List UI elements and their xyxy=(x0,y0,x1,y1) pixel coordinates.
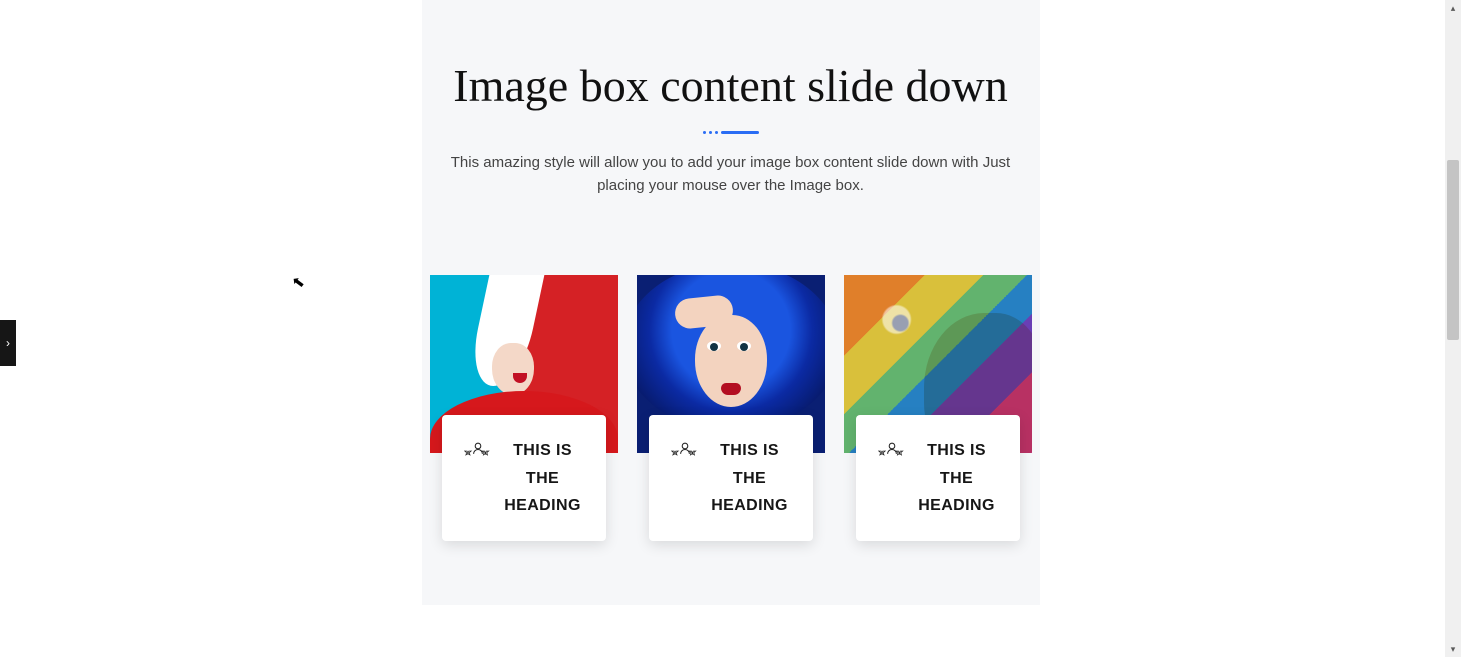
rating-users-icon xyxy=(464,439,492,472)
vertical-scrollbar[interactable]: ▴ ▾ xyxy=(1445,0,1461,657)
scrollbar-thumb[interactable] xyxy=(1447,160,1459,340)
card-caption: THIS IS THE HEADING xyxy=(856,415,1020,541)
rating-users-icon xyxy=(671,439,699,472)
image-cards-row: THIS IS THE HEADING THI xyxy=(422,275,1040,453)
image-card[interactable]: THIS IS THE HEADING xyxy=(430,275,618,453)
card-caption: THIS IS THE HEADING xyxy=(649,415,813,541)
card-heading: THIS IS THE HEADING xyxy=(502,437,584,519)
content-panel: Image box content slide down This amazin… xyxy=(422,0,1040,605)
page: Image box content slide down This amazin… xyxy=(8,0,1453,605)
card-heading: THIS IS THE HEADING xyxy=(709,437,791,519)
card-caption: THIS IS THE HEADING xyxy=(442,415,606,541)
scrollbar-up-button[interactable]: ▴ xyxy=(1445,0,1461,16)
side-panel-toggle[interactable]: › xyxy=(0,320,16,366)
card-heading: THIS IS THE HEADING xyxy=(916,437,998,519)
section-subtitle: This amazing style will allow you to add… xyxy=(443,151,1018,198)
image-card[interactable]: THIS IS THE HEADING xyxy=(844,275,1032,453)
image-card[interactable]: THIS IS THE HEADING xyxy=(637,275,825,453)
scrollbar-down-button[interactable]: ▾ xyxy=(1445,641,1461,657)
mouse-cursor-icon: ⬉ xyxy=(291,272,306,292)
rating-users-icon xyxy=(878,439,906,472)
title-divider xyxy=(700,131,762,135)
section-title: Image box content slide down xyxy=(422,60,1040,113)
